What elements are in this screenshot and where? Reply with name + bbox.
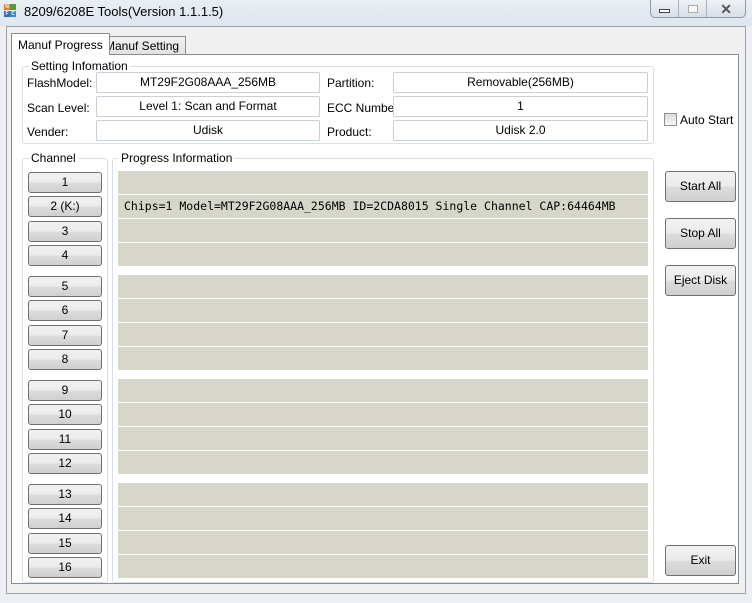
- channel-button-10[interactable]: 10: [28, 404, 102, 425]
- progress-row-4: [118, 243, 648, 266]
- progress-row-16: [118, 555, 648, 578]
- partition-field[interactable]: Removable(256MB): [393, 72, 648, 93]
- channel-button-6[interactable]: 6: [28, 300, 102, 321]
- progress-row-15: [118, 531, 648, 554]
- progress-row-9: [118, 379, 648, 402]
- channel-button-9[interactable]: 9: [28, 380, 102, 401]
- progress-row-11: [118, 427, 648, 450]
- product-label: Product:: [327, 125, 372, 139]
- progress-row-10: [118, 403, 648, 426]
- progress-row-7: [118, 323, 648, 346]
- product-field[interactable]: Udisk 2.0: [393, 120, 648, 141]
- channel-button-11[interactable]: 11: [28, 429, 102, 450]
- channel-group: Channel 1 2 (K:) 3 4 5 6 7 8 9 10 11 12 …: [22, 151, 108, 583]
- setting-info-label: Setting Infomation: [29, 59, 130, 73]
- channel-button-3[interactable]: 3: [28, 221, 102, 242]
- partition-label: Partition:: [327, 76, 375, 90]
- auto-start-label[interactable]: Auto Start: [680, 113, 733, 127]
- vender-field[interactable]: Udisk: [96, 120, 320, 141]
- stop-all-button[interactable]: Stop All: [665, 218, 736, 249]
- progress-row-2: Chips=1 Model=MT29F2G08AAA_256MB ID=2CDA…: [118, 195, 648, 218]
- progress-row-5: [118, 275, 648, 298]
- close-button[interactable]: ✕: [707, 0, 745, 17]
- window-body: Manuf Progress Manuf Setting Setting Inf…: [6, 26, 746, 594]
- progress-row-1: [118, 171, 648, 194]
- flash-model-field[interactable]: MT29F2G08AAA_256MB: [96, 72, 320, 93]
- progress-row-3: [118, 219, 648, 242]
- maximize-icon: [687, 4, 698, 13]
- channel-button-13[interactable]: 13: [28, 484, 102, 505]
- progress-row-6: [118, 299, 648, 322]
- channel-button-8[interactable]: 8: [28, 349, 102, 370]
- channel-button-12[interactable]: 12: [28, 453, 102, 474]
- ecc-number-field[interactable]: 1: [393, 96, 648, 117]
- tab-manuf-setting[interactable]: Manuf Setting: [98, 36, 187, 56]
- minimize-icon: [659, 8, 671, 13]
- channel-button-16[interactable]: 16: [28, 557, 102, 578]
- ecc-number-label: ECC Number:: [327, 101, 402, 115]
- flash-model-label: FlashModel:: [27, 76, 93, 90]
- progress-row-14: [118, 507, 648, 530]
- channel-button-1[interactable]: 1: [28, 172, 102, 193]
- setting-info-group: Setting Infomation FlashModel: MT29F2G08…: [22, 59, 654, 144]
- channel-button-15[interactable]: 15: [28, 533, 102, 554]
- eject-disk-button[interactable]: Eject Disk: [665, 265, 736, 296]
- vender-label: Vender:: [27, 125, 69, 139]
- progress-row-13: [118, 483, 648, 506]
- channel-button-7[interactable]: 7: [28, 325, 102, 346]
- app-icon: N F C: [3, 4, 17, 20]
- progress-row-12: [118, 451, 648, 474]
- auto-start-checkbox[interactable]: [664, 113, 677, 126]
- maximize-button[interactable]: [679, 0, 708, 17]
- tab-manuf-progress[interactable]: Manuf Progress: [11, 33, 110, 55]
- channel-button-2[interactable]: 2 (K:): [28, 196, 102, 217]
- title-bar: N F C 8209/6208E Tools(Version 1.1.1.5) …: [0, 0, 752, 26]
- app-icon-tile: C: [10, 11, 16, 17]
- exit-button[interactable]: Exit: [665, 545, 736, 576]
- minimize-button[interactable]: [651, 0, 680, 17]
- scan-level-field[interactable]: Level 1: Scan and Format: [96, 96, 320, 117]
- scan-level-label: Scan Level:: [27, 101, 90, 115]
- app-icon-tile: [10, 4, 16, 10]
- channel-button-5[interactable]: 5: [28, 276, 102, 297]
- channel-button-14[interactable]: 14: [28, 508, 102, 529]
- progress-label: Progress Information: [119, 151, 235, 165]
- window-title: 8209/6208E Tools(Version 1.1.1.5): [24, 4, 224, 19]
- start-all-button[interactable]: Start All: [665, 171, 736, 202]
- progress-group: Progress Information Chips=1 Model=MT29F…: [112, 151, 654, 583]
- progress-row-8: [118, 347, 648, 370]
- tab-panel-manuf-progress: Setting Infomation FlashModel: MT29F2G08…: [11, 54, 739, 584]
- channel-button-4[interactable]: 4: [28, 245, 102, 266]
- close-icon: ✕: [720, 0, 732, 17]
- channel-label: Channel: [29, 151, 78, 165]
- window-controls: ✕: [650, 0, 746, 18]
